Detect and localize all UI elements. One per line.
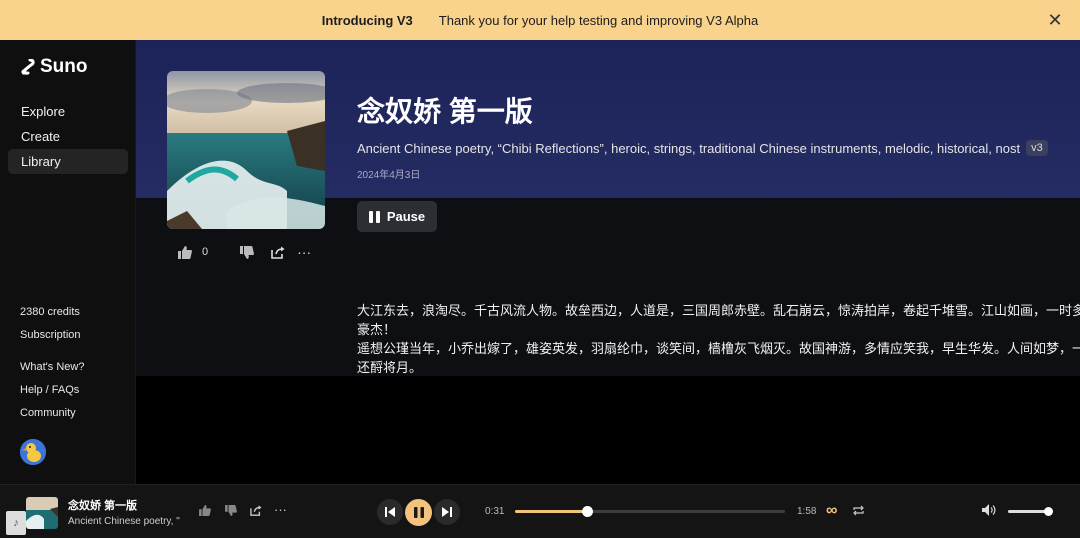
share-button[interactable] <box>271 246 285 259</box>
pause-icon <box>368 210 380 223</box>
song-cover-art <box>167 71 325 229</box>
duck-avatar-icon <box>20 439 46 465</box>
thumbs-down-icon <box>225 505 237 516</box>
suno-logo-icon <box>21 59 35 75</box>
volume-slider[interactable] <box>1008 507 1053 516</box>
current-time: 0:31 <box>485 506 505 517</box>
banner-message: Thank you for your help testing and impr… <box>438 12 759 28</box>
player-share-button[interactable] <box>250 505 262 516</box>
infinite-loop-icon[interactable]: ∞ <box>826 502 837 520</box>
song-footer-area <box>136 376 1080 484</box>
share-icon <box>250 505 262 516</box>
sidebar-item-create[interactable]: Create <box>8 124 128 149</box>
next-button[interactable] <box>434 499 460 525</box>
volume-icon <box>982 504 996 516</box>
announcement-banner: Introducing V3 Thank you for your help t… <box>0 0 1080 40</box>
help-faqs-link[interactable]: Help / FAQs <box>20 384 84 397</box>
thumbs-up-icon <box>199 505 211 516</box>
music-file-icon[interactable]: ♪ <box>6 511 26 535</box>
thumbs-up-icon <box>178 245 192 259</box>
lyrics-line: 大江东去，浪淘尽。千古风流人物。故垒西边，人道是，三国周郎赤壁。乱石崩云，惊涛拍… <box>357 303 1080 318</box>
sidebar-item-explore[interactable]: Explore <box>8 99 128 124</box>
sidebar-nav: Explore Create Library <box>8 99 128 174</box>
lyrics: 大江东去，浪淘尽。千古风流人物。故垒西边，人道是，三国周郎赤壁。乱石崩云，惊涛拍… <box>357 301 1080 377</box>
like-count: 0 <box>202 246 209 258</box>
progress-fill <box>515 510 587 513</box>
player-song-subtitle: Ancient Chinese poetry, " <box>68 516 180 527</box>
pause-icon <box>413 507 424 518</box>
song-date: 2024年4月3日 <box>357 170 421 181</box>
thumbs-down-icon <box>240 245 255 259</box>
like-button[interactable] <box>178 245 192 259</box>
player-more-icon[interactable]: ··· <box>274 502 287 517</box>
song-actions: 0 ··· <box>178 244 311 260</box>
banner-title: Introducing V3 <box>321 12 413 28</box>
logo-text: Suno <box>40 56 88 77</box>
pause-button[interactable]: Pause <box>357 201 437 232</box>
player-cover-art[interactable] <box>26 497 58 529</box>
sidebar: Suno Explore Create Library 2380 credits… <box>0 40 136 484</box>
credits-count: 2380 credits <box>20 306 80 318</box>
song-style-tags: Ancient Chinese poetry, “Chibi Reflectio… <box>357 140 1021 156</box>
player-song-title[interactable]: 念奴娇 第一版 <box>68 497 137 513</box>
community-link[interactable]: Community <box>20 407 84 420</box>
progress-handle[interactable] <box>581 506 593 517</box>
skip-previous-icon <box>385 507 395 517</box>
progress-slider[interactable] <box>515 506 785 517</box>
player-dislike-button[interactable] <box>225 505 237 516</box>
suno-logo[interactable]: Suno <box>20 56 88 78</box>
sidebar-item-library[interactable]: Library <box>8 149 128 174</box>
play-pause-button[interactable] <box>405 499 432 526</box>
song-tags: Ancient Chinese poetry, “Chibi Reflectio… <box>357 140 1048 156</box>
repeat-icon <box>853 505 864 516</box>
previous-button[interactable] <box>377 499 403 525</box>
sidebar-links: 2380 credits Subscription What's New? He… <box>20 306 84 430</box>
pause-label: Pause <box>386 209 426 224</box>
player-bar: ♪ 念奴娇 第一版 Ancient Chinese poetry, " ··· <box>0 484 1080 538</box>
song-title: 念奴娇 第一版 <box>357 96 533 127</box>
lyrics-line: 还酹将月。 <box>357 360 423 375</box>
skip-next-icon <box>442 507 452 517</box>
lyrics-line: 遥想公瑾当年，小乔出嫁了，雄姿英发，羽扇纶巾，谈笑间，樯橹灰飞烟灭。故国神游，多… <box>357 341 1080 356</box>
more-options-icon[interactable]: ··· <box>297 244 311 260</box>
player-like-button[interactable] <box>199 505 211 516</box>
volume-handle[interactable] <box>1043 507 1053 516</box>
subscription-link[interactable]: Subscription <box>20 329 84 342</box>
repeat-button[interactable] <box>853 505 864 516</box>
close-icon[interactable]: ✕ <box>1044 9 1066 31</box>
volume-fill <box>1008 510 1048 513</box>
version-badge: v3 <box>1026 140 1048 156</box>
share-icon <box>271 246 285 259</box>
whats-new-link[interactable]: What's New? <box>20 361 84 374</box>
dislike-button[interactable] <box>240 245 255 259</box>
duration: 1:58 <box>797 506 817 517</box>
lyrics-line: 豪杰！ <box>357 322 397 337</box>
avatar[interactable] <box>20 439 46 465</box>
volume-button[interactable] <box>982 504 996 516</box>
